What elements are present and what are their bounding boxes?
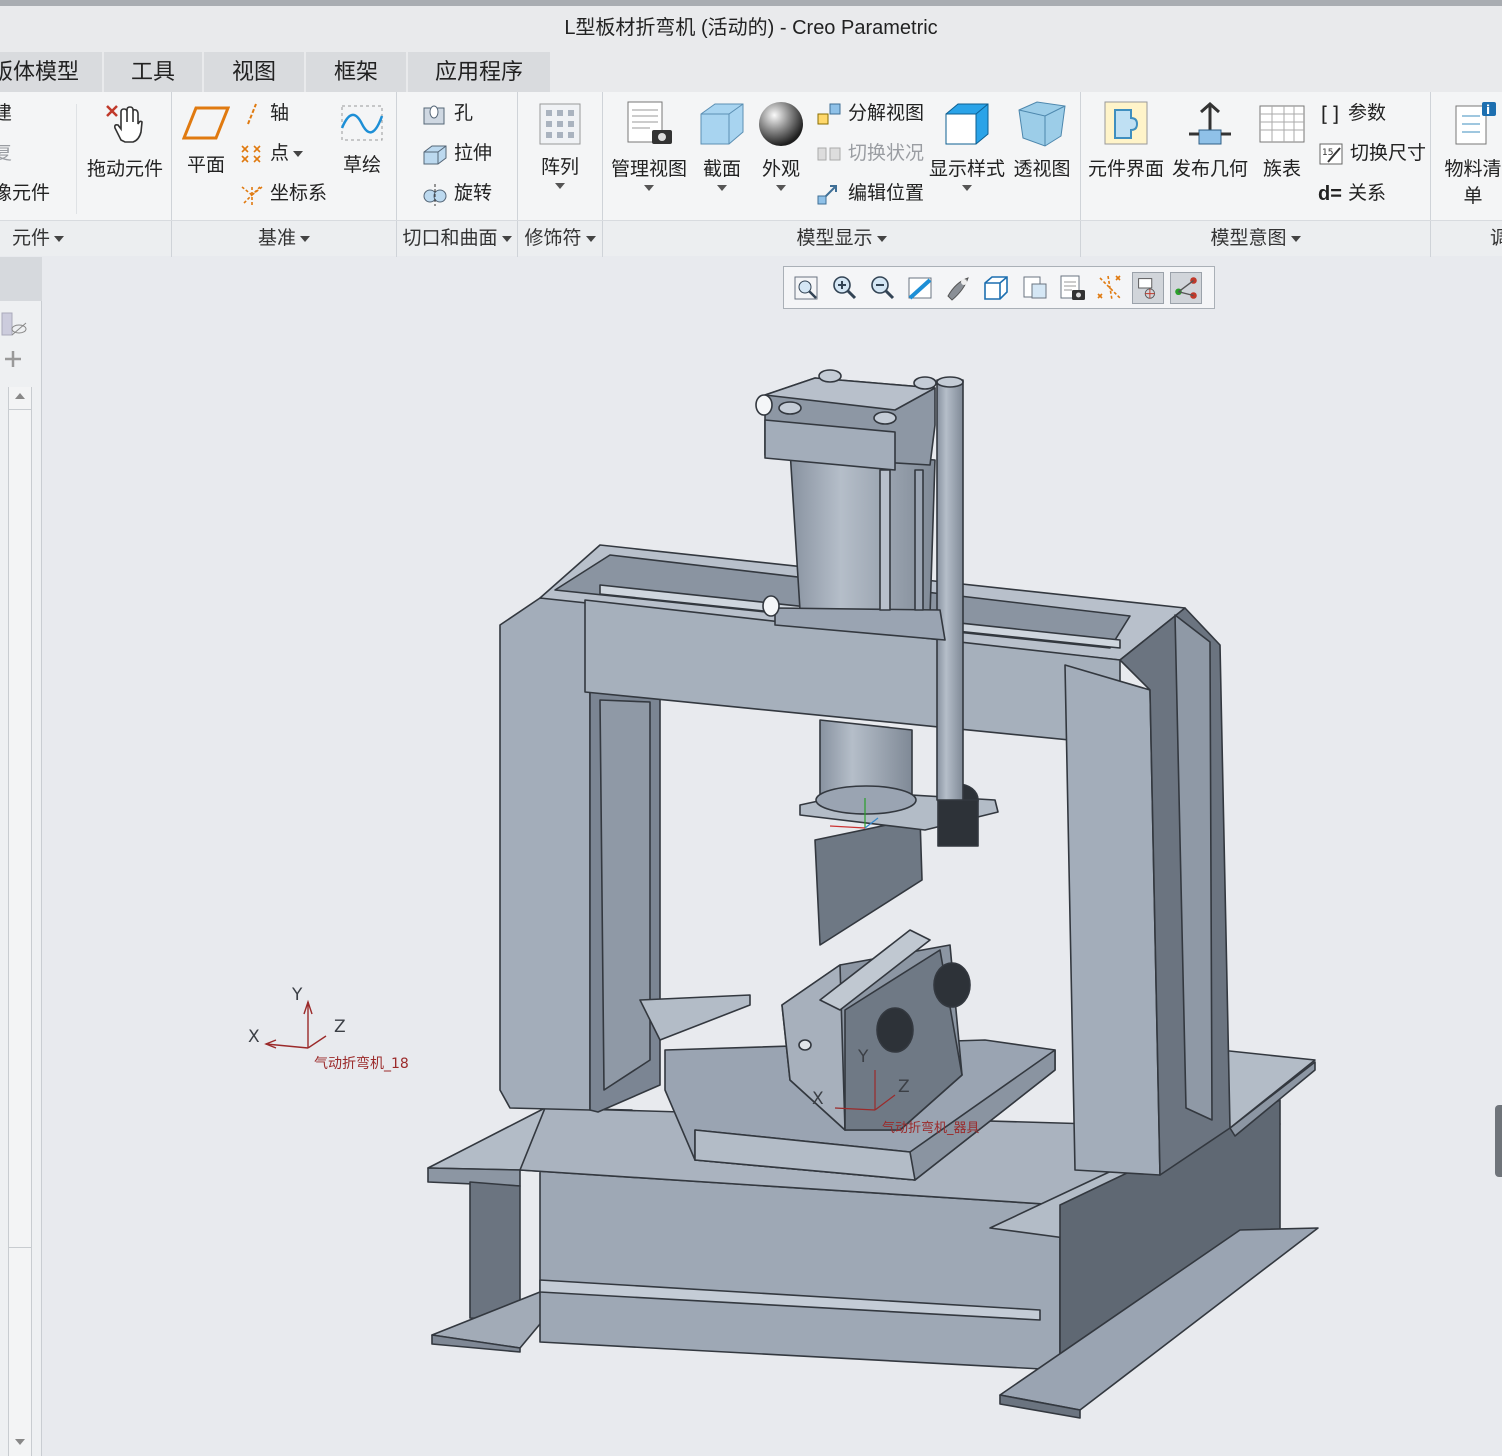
component-interface-icon <box>1104 101 1148 145</box>
revolve-icon <box>423 183 447 206</box>
toggle-state-icon <box>817 147 841 161</box>
manage-views-icon <box>627 101 672 144</box>
refit-icon[interactable] <box>790 272 822 304</box>
toggle-state-button[interactable]: 切换状况 <box>816 138 924 170</box>
datum-axis-button[interactable]: 轴 <box>240 98 289 130</box>
triad-y-label: Y <box>291 985 303 1005</box>
axis-icon <box>247 103 257 125</box>
relations-button[interactable]: d= 关系 <box>1318 178 1386 210</box>
ribbon-group-labels: 元件 基准 切口和曲面 修饰符 模型显示 模型意图 调 <box>0 220 1502 257</box>
panel-tab-strip <box>0 257 42 301</box>
datum-csys-button[interactable]: 坐标系 <box>240 178 327 210</box>
sketch-icon <box>340 105 384 141</box>
scroll-up-icon[interactable] <box>13 391 27 401</box>
section-button[interactable]: 截面 <box>694 100 750 191</box>
point-icon <box>241 145 261 163</box>
model-tree-panel <box>0 257 42 1456</box>
ribbon-tab-bar: 钣体模型 工具 视图 框架 应用程序 <box>0 50 1502 92</box>
group-model-intent-label[interactable]: 模型意图 <box>1081 221 1430 257</box>
drag-component-button[interactable]: 拖动元件 <box>84 100 166 181</box>
relations-icon: d= <box>1318 183 1342 205</box>
edit-position-button[interactable]: 编辑位置 <box>816 178 924 210</box>
zoom-in-icon[interactable] <box>828 272 860 304</box>
csys-label-center: 气动折弯机_器具 <box>882 1120 980 1136</box>
plane-icon <box>182 106 230 140</box>
hole-icon <box>423 105 445 125</box>
perspective-icon <box>1018 101 1066 147</box>
tab-tools[interactable]: 工具 <box>104 52 202 92</box>
graphics-toolbar <box>783 266 1215 309</box>
shading-icon[interactable] <box>942 272 974 304</box>
group-bom-label[interactable]: 调 <box>1490 221 1502 257</box>
spin-center-icon[interactable] <box>1132 272 1164 304</box>
repaint-icon[interactable] <box>904 272 936 304</box>
datum-plane-button[interactable]: 平面 <box>178 102 234 177</box>
toggle-dimensions-button[interactable]: 15 切换尺寸 <box>1318 138 1426 170</box>
axis-z-label: Z <box>898 1077 910 1097</box>
display-style-icon <box>945 103 989 145</box>
triad-z-label: Z <box>334 1017 346 1037</box>
drag-hand-icon <box>106 105 143 143</box>
extrude-icon <box>423 145 447 165</box>
group-datum-label[interactable]: 基准 <box>172 221 396 257</box>
group-component-label[interactable]: 元件 <box>0 221 76 257</box>
publish-geometry-button[interactable]: 发布几何 <box>1170 100 1250 181</box>
display-style-button[interactable]: 显示样式 <box>928 100 1006 191</box>
graphics-window[interactable]: Y X Z 气动折弯机_器具 Y X Z 气动折弯机_18 <box>42 257 1502 1456</box>
scroll-down-icon[interactable] <box>13 1437 27 1447</box>
axis-x-label: X <box>812 1089 824 1109</box>
triad-x-label: X <box>248 1027 260 1047</box>
pattern-button[interactable]: 阵列 <box>530 102 590 189</box>
explode-view-button[interactable]: 分解视图 <box>816 98 924 130</box>
parameters-button[interactable]: [] 参数 <box>1318 98 1386 130</box>
bom-icon: i <box>1455 102 1496 145</box>
repeat-component-button[interactable]: 重复 <box>0 138 12 170</box>
pattern-icon <box>539 103 581 145</box>
explode-icon <box>817 103 841 125</box>
display-style-toolbar-icon[interactable] <box>980 272 1012 304</box>
bill-of-materials-button[interactable]: i 物料清单 <box>1438 100 1502 208</box>
tree-scrollbar[interactable] <box>8 387 32 1456</box>
assembly-model[interactable]: Y X Z 气动折弯机_器具 Y X Z 气动折弯机_18 <box>42 257 1502 1456</box>
tab-view[interactable]: 视图 <box>204 52 304 92</box>
appearance-sphere-icon <box>759 102 803 146</box>
annotation-display-icon[interactable] <box>1170 272 1202 304</box>
publish-geometry-icon <box>1189 101 1231 145</box>
svg-text:i: i <box>1486 103 1490 117</box>
zoom-out-icon[interactable] <box>866 272 898 304</box>
show-hide-icon[interactable] <box>0 307 40 387</box>
family-table-button[interactable]: 族表 <box>1256 100 1308 181</box>
appearance-button[interactable]: 外观 <box>754 100 808 191</box>
parameters-icon: [] <box>1318 102 1343 126</box>
axis-y-label: Y <box>857 1047 869 1067</box>
section-icon <box>700 103 744 145</box>
manage-views-button[interactable]: 管理视图 <box>610 100 688 191</box>
right-panel-handle[interactable] <box>1495 1105 1502 1177</box>
group-model-display-label[interactable]: 模型显示 <box>603 221 1080 257</box>
view-manager-icon[interactable] <box>1056 272 1088 304</box>
component-interface-button[interactable]: 元件界面 <box>1086 100 1166 181</box>
perspective-button[interactable]: 透视图 <box>1010 100 1074 181</box>
csys-icon <box>241 184 263 205</box>
csys-label-left: 气动折弯机_18 <box>314 1055 409 1072</box>
datum-point-button[interactable]: 点 <box>240 138 304 170</box>
tab-framework[interactable]: 框架 <box>306 52 406 92</box>
family-table-icon <box>1259 105 1305 143</box>
window-title: L型板材折弯机 (活动的) - Creo Parametric <box>0 6 1502 50</box>
tab-sheetmetal-model[interactable]: 钣体模型 <box>0 52 102 92</box>
toggle-dimensions-icon: 15 <box>1319 143 1343 165</box>
ribbon: 创建 重复 镜像元件 拖动元件 平面 轴 点 坐标系 草绘 孔 拉伸 <box>0 92 1502 257</box>
hole-button[interactable]: 孔 <box>422 98 473 130</box>
create-component-button[interactable]: 创建 <box>0 98 12 130</box>
extrude-button[interactable]: 拉伸 <box>422 138 492 170</box>
mirror-component-button[interactable]: 镜像元件 <box>0 178 50 210</box>
sketch-button[interactable]: 草绘 <box>336 102 388 177</box>
group-cut-surface-label[interactable]: 切口和曲面 <box>397 221 517 257</box>
datum-display-icon[interactable] <box>1094 272 1126 304</box>
group-modifier-label[interactable]: 修饰符 <box>518 221 602 257</box>
tab-applications[interactable]: 应用程序 <box>408 52 550 92</box>
edit-position-icon <box>817 184 837 205</box>
revolve-button[interactable]: 旋转 <box>422 178 492 210</box>
saved-orientations-icon[interactable] <box>1018 272 1050 304</box>
